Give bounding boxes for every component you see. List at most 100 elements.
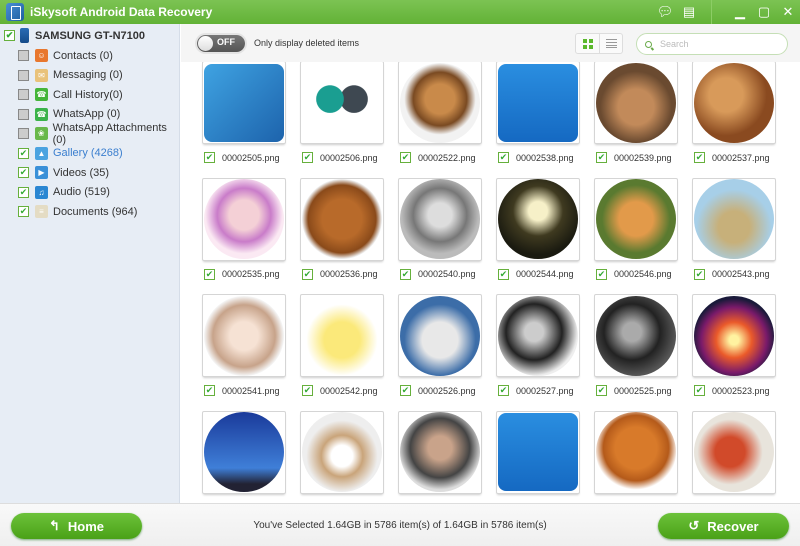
sidebar-item-audio[interactable]: ✔ ♫ Audio (519)	[18, 183, 179, 203]
thumbnail[interactable]	[496, 177, 580, 261]
grid-view-button[interactable]	[576, 34, 599, 53]
gallery-item[interactable]	[594, 410, 680, 494]
gallery-item[interactable]: ✔ 00002535.png	[202, 177, 288, 280]
category-checkbox[interactable]	[18, 50, 29, 62]
register-icon[interactable]: ▤	[679, 2, 699, 22]
category-checkbox[interactable]	[18, 108, 29, 120]
gallery-item[interactable]: ✔ 00002542.png	[300, 294, 386, 396]
gallery-item[interactable]: ✔ 00002543.png	[692, 177, 778, 280]
group-with-sign-photo	[302, 412, 382, 492]
gallery-item[interactable]: ✔ 00002522.png	[398, 62, 484, 163]
item-checkbox[interactable]: ✔	[498, 152, 509, 163]
gallery-item[interactable]	[692, 410, 778, 494]
thumbnail[interactable]	[692, 294, 776, 377]
item-checkbox[interactable]: ✔	[694, 268, 705, 280]
sidebar-item-call-history[interactable]: ☎ Call History(0)	[18, 85, 179, 105]
list-view-button[interactable]	[599, 34, 622, 53]
category-checkbox[interactable]: ✔	[18, 167, 29, 179]
item-checkbox[interactable]: ✔	[400, 385, 411, 396]
item-caption: ✔ 00002537.png	[694, 152, 778, 163]
search-input[interactable]	[660, 39, 780, 49]
item-checkbox[interactable]: ✔	[596, 268, 607, 280]
gallery-item[interactable]: ✔ 00002525.png	[594, 294, 680, 396]
sidebar-item-documents[interactable]: ✔ ≡ Documents (964)	[18, 202, 179, 222]
item-checkbox[interactable]: ✔	[498, 268, 509, 280]
item-checkbox[interactable]: ✔	[204, 385, 215, 396]
thumbnail[interactable]	[300, 410, 384, 494]
gallery-item[interactable]	[202, 410, 288, 494]
category-checkbox[interactable]: ✔	[18, 206, 29, 218]
thumbnail[interactable]	[300, 294, 384, 377]
gallery-item[interactable]: ✔ 00002526.png	[398, 294, 484, 396]
item-checkbox[interactable]: ✔	[302, 385, 313, 396]
item-checkbox[interactable]: ✔	[400, 268, 411, 280]
item-checkbox[interactable]: ✔	[596, 385, 607, 396]
thumbnail[interactable]	[496, 410, 580, 494]
category-label: Messaging (0)	[53, 69, 123, 82]
thumbnail[interactable]	[594, 410, 678, 494]
thumbnail[interactable]	[692, 410, 776, 494]
feedback-icon[interactable]: 💬︎	[655, 2, 675, 22]
thumbnail[interactable]	[594, 62, 678, 144]
thumbnail[interactable]	[594, 177, 678, 261]
sidebar-item-contacts[interactable]: ☺ Contacts (0)	[18, 46, 179, 66]
thumbnail[interactable]	[398, 177, 482, 261]
item-checkbox[interactable]: ✔	[596, 152, 607, 163]
sidebar-item-attachment[interactable]: ❀ WhatsApp Attachments (0)	[18, 122, 179, 146]
gallery-item[interactable]: ✔ 00002536.png	[300, 177, 386, 280]
item-checkbox[interactable]: ✔	[302, 152, 313, 163]
gallery-item[interactable]: ✔ 00002505.png	[202, 62, 288, 163]
item-checkbox[interactable]: ✔	[400, 152, 411, 163]
category-checkbox[interactable]: ✔	[18, 186, 29, 198]
sidebar-item-messaging[interactable]: ✉ Messaging (0)	[18, 66, 179, 86]
minimize-icon[interactable]: ▁	[730, 2, 750, 22]
thumbnail[interactable]	[692, 62, 776, 144]
thumbnail[interactable]	[594, 294, 678, 377]
sidebar-item-videos[interactable]: ✔ ▶ Videos (35)	[18, 163, 179, 183]
thumbnail[interactable]	[202, 62, 286, 144]
item-checkbox[interactable]: ✔	[204, 268, 215, 280]
thumbnail[interactable]	[398, 294, 482, 377]
deleted-only-toggle[interactable]: OFF	[197, 35, 245, 52]
device-node[interactable]: ✔ SAMSUNG GT-N7100	[4, 28, 145, 43]
maximize-icon[interactable]: ▢	[754, 2, 774, 22]
thumbnail[interactable]	[202, 410, 286, 494]
item-checkbox[interactable]: ✔	[498, 385, 509, 396]
cartoon-dog	[302, 295, 382, 376]
thumbnail[interactable]	[398, 410, 482, 494]
gallery-item[interactable]: ✔ 00002546.png	[594, 177, 680, 280]
thumbnail[interactable]	[496, 294, 580, 377]
item-checkbox[interactable]: ✔	[694, 152, 705, 163]
gallery-item[interactable]	[496, 410, 582, 494]
sidebar-item-gallery[interactable]: ✔ ▲ Gallery (4268)	[18, 144, 179, 164]
gallery-item[interactable]: ✔ 00002523.png	[692, 294, 778, 396]
gallery-item[interactable]: ✔ 00002527.png	[496, 294, 582, 396]
thumbnail[interactable]	[692, 177, 776, 261]
device-checkbox[interactable]: ✔	[4, 30, 15, 41]
thumbnail[interactable]	[300, 62, 384, 144]
item-checkbox[interactable]: ✔	[694, 385, 705, 396]
category-checkbox[interactable]	[18, 128, 29, 140]
gallery-item[interactable]: ✔ 00002537.png	[692, 62, 778, 163]
close-icon[interactable]: ✕	[778, 2, 798, 22]
gallery-item[interactable]: ✔ 00002506.png	[300, 62, 386, 163]
thumbnail[interactable]	[300, 177, 384, 261]
thumbnail[interactable]	[398, 62, 482, 144]
thumbnail[interactable]	[202, 294, 286, 377]
gallery-item[interactable]: ✔ 00002540.png	[398, 177, 484, 280]
item-checkbox[interactable]: ✔	[302, 268, 313, 280]
category-checkbox[interactable]: ✔	[18, 147, 29, 159]
category-checkbox[interactable]	[18, 89, 29, 101]
gallery-item[interactable]: ✔ 00002544.png	[496, 177, 582, 280]
gallery-item[interactable]: ✔ 00002539.png	[594, 62, 680, 163]
gallery-item[interactable]	[398, 410, 484, 494]
thumbnail[interactable]	[202, 177, 286, 261]
item-checkbox[interactable]: ✔	[204, 152, 215, 163]
recover-button[interactable]: ↺ Recover	[658, 513, 789, 539]
category-label: Gallery (4268)	[53, 147, 123, 160]
category-checkbox[interactable]	[18, 69, 29, 81]
gallery-item[interactable]: ✔ 00002541.png	[202, 294, 288, 396]
gallery-item[interactable]: ✔ 00002538.png	[496, 62, 582, 163]
gallery-item[interactable]	[300, 410, 386, 494]
thumbnail[interactable]	[496, 62, 580, 144]
